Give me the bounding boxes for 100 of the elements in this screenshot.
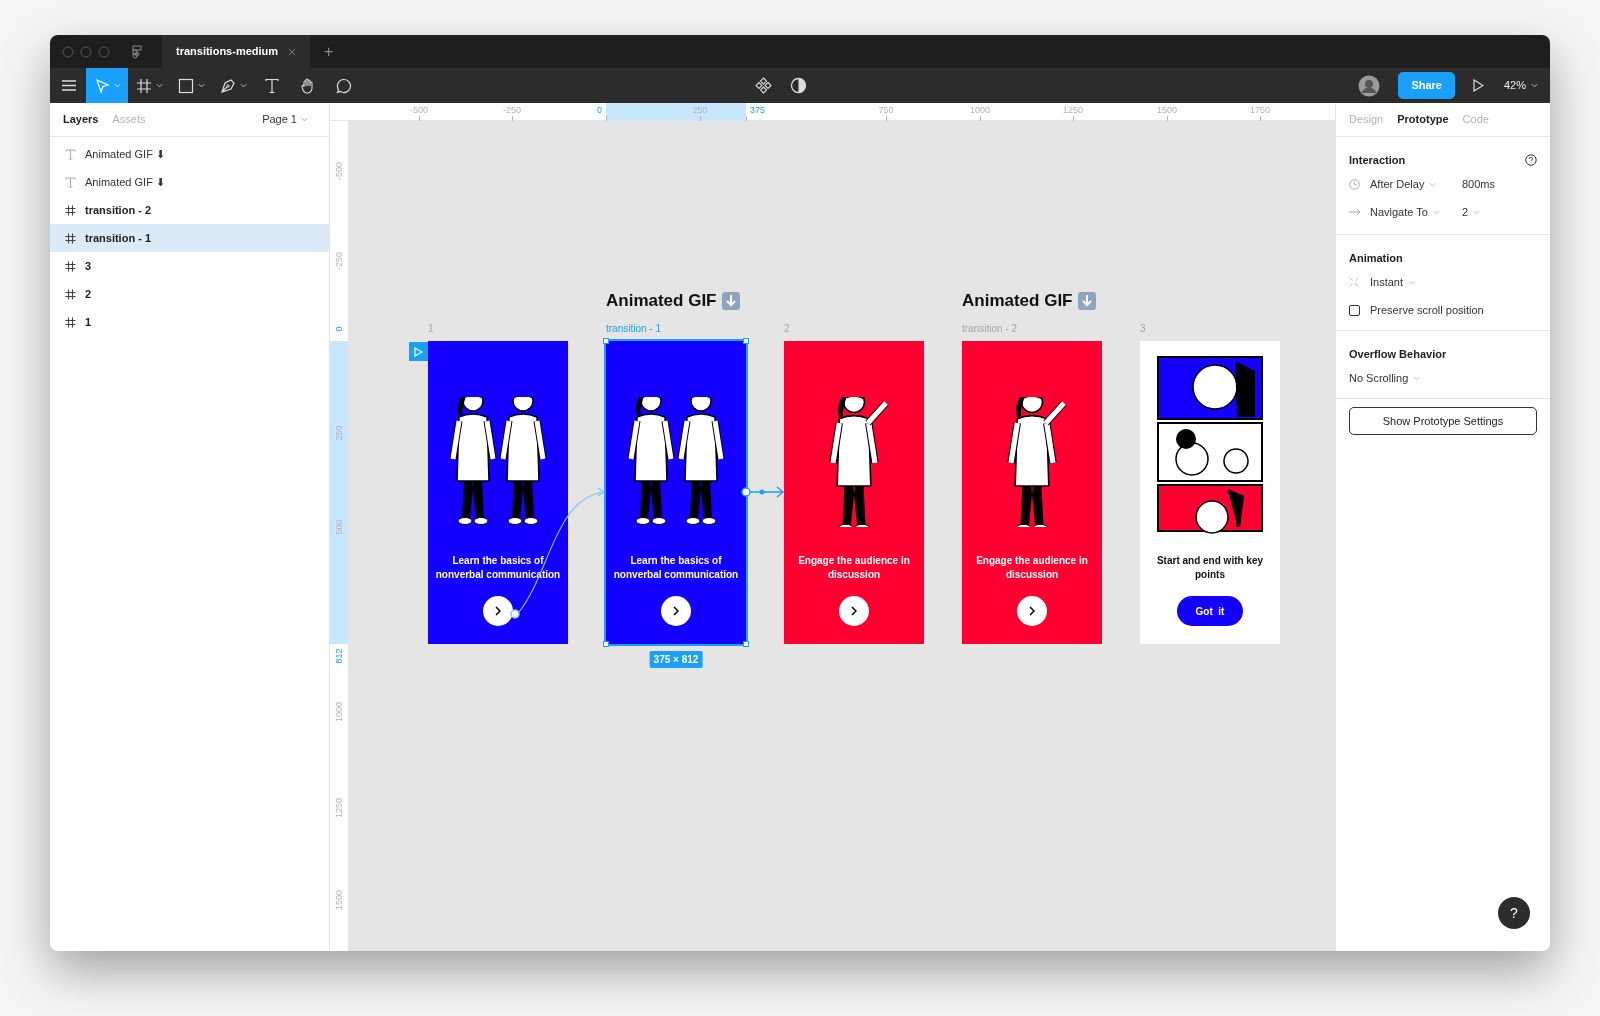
next-button[interactable] — [661, 596, 691, 626]
ruler-label: 1250 — [334, 798, 344, 818]
layer-name: transition - 2 — [85, 202, 151, 218]
hand-icon — [300, 77, 316, 94]
chevron-right-icon — [673, 606, 679, 616]
ruler-label: 1000 — [334, 702, 344, 722]
ruler-label: 500 — [334, 519, 344, 535]
help-button[interactable]: ? — [1498, 897, 1530, 929]
frame-caption: Engage the audience in discussion — [975, 554, 1089, 582]
resize-handle[interactable] — [743, 338, 749, 344]
frame-caption: Engage the audience in discussion — [797, 554, 911, 582]
chevron-icon — [1408, 279, 1416, 285]
panel-tab[interactable]: Layers — [63, 111, 99, 128]
speech-bubble-icon — [336, 77, 352, 94]
chevron-right-icon — [851, 606, 857, 616]
checkbox-label: Preserve scroll position — [1370, 302, 1484, 318]
ruler-label: -500 — [410, 105, 428, 115]
ruler-label: 375 — [750, 105, 766, 115]
layer-name: 2 — [85, 286, 92, 302]
frame-layer-icon — [65, 316, 76, 328]
ruler-label: 1000 — [970, 105, 990, 115]
dropdown[interactable]: Instant — [1370, 273, 1416, 291]
dropdown[interactable]: After Delay — [1370, 175, 1462, 193]
layer-name: 3 — [85, 258, 92, 274]
hash-icon — [135, 77, 152, 94]
phone-frame[interactable]: Start and end with key points Got it — [1140, 341, 1280, 644]
text-icon — [264, 77, 280, 94]
logo-icon[interactable] — [132, 44, 142, 59]
pointer-icon — [93, 77, 110, 94]
text-layer-icon — [65, 176, 76, 188]
new-tab-button[interactable]: + — [324, 39, 334, 64]
canvas-title: Animated GIF — [962, 290, 1073, 312]
frame-caption: Learn the basics of nonverbal communication — [612, 554, 740, 582]
zoom-dropdown[interactable]: 42% — [1503, 77, 1538, 94]
frame-caption: Start and end with key points — [1155, 554, 1265, 582]
ruler-label: 0 — [334, 326, 344, 332]
dropdown[interactable]: 2 — [1462, 203, 1481, 221]
resize-handle[interactable] — [603, 641, 609, 647]
section-heading: Animation — [1349, 250, 1404, 266]
contrast-icon[interactable] — [790, 77, 807, 94]
ruler-label: 1250 — [1063, 105, 1083, 115]
text-layer-icon — [65, 148, 76, 160]
phone-frame[interactable]: Engage the audience in discussion — [962, 341, 1102, 644]
layer-name: transition - 1 — [85, 230, 151, 246]
frame-layer-icon — [65, 232, 76, 244]
menu-icon[interactable] — [62, 80, 76, 91]
next-button[interactable] — [839, 596, 869, 626]
resize-handle[interactable] — [743, 641, 749, 647]
phone-frame[interactable]: Engage the audience in discussion — [784, 341, 924, 644]
play-icon[interactable] — [1472, 79, 1484, 92]
chevron-icon — [1432, 209, 1440, 215]
frame-layer-icon — [65, 260, 76, 272]
avatar-icon[interactable] — [1358, 74, 1381, 97]
size-badge: 375 × 812 — [649, 651, 703, 668]
arrow-right-icon — [1349, 208, 1361, 216]
dropdown[interactable]: Navigate To — [1370, 203, 1462, 221]
clock-icon — [1349, 178, 1360, 190]
square-icon — [177, 77, 194, 94]
frame-layer-icon — [65, 288, 76, 300]
layer-name: Animated GIF ⬇ — [85, 174, 165, 190]
close-icon[interactable] — [288, 47, 297, 56]
delay-value[interactable]: 800ms — [1462, 175, 1496, 193]
component-icon[interactable] — [755, 77, 772, 94]
page-dropdown[interactable]: Page 1 — [262, 111, 308, 128]
chevron-icon — [1531, 83, 1538, 88]
ruler-label: 250 — [334, 425, 344, 441]
dropdown[interactable]: No Scrolling — [1349, 369, 1421, 387]
frame-layer-icon — [65, 204, 76, 216]
help-icon[interactable] — [1525, 154, 1537, 166]
ruler-label: -500 — [334, 162, 344, 180]
tab-title: transitions-medium — [176, 44, 279, 60]
phone-frame[interactable]: Learn the basics of nonverbal communication — [606, 341, 746, 644]
show-settings-button[interactable]: Show Prototype Settings — [1349, 407, 1537, 435]
next-button[interactable] — [1017, 596, 1047, 626]
chevron-right-icon — [1029, 606, 1035, 616]
panel-tab[interactable]: Prototype — [1397, 111, 1449, 128]
ruler-label: -250 — [334, 252, 344, 270]
layer-name: Animated GIF ⬇ — [85, 146, 165, 162]
ruler-label: 1750 — [1250, 105, 1270, 115]
ruler-label: 1500 — [1157, 105, 1177, 115]
flow-start-icon[interactable] — [409, 342, 428, 361]
layer-row[interactable]: transition - 1 — [50, 224, 329, 252]
ruler-label: 750 — [878, 105, 894, 115]
chevron-icon — [1413, 375, 1421, 381]
ruler-label: 1500 — [334, 890, 344, 910]
chevron-icon — [1429, 181, 1437, 187]
canvas-title: Animated GIF — [606, 290, 717, 312]
instant-icon — [1349, 277, 1359, 287]
checkbox[interactable] — [1349, 304, 1360, 316]
layer-name: 1 — [85, 314, 92, 330]
ruler-label: -250 — [503, 105, 521, 115]
chevron-icon — [1473, 209, 1481, 215]
resize-handle[interactable] — [603, 338, 609, 344]
ruler-label: 812 — [334, 648, 344, 664]
ruler-label: 0 — [597, 105, 602, 115]
section-heading: Interaction — [1349, 152, 1406, 168]
got-it-button[interactable]: Got it — [1177, 596, 1243, 626]
file-tab[interactable]: transitions-medium — [162, 35, 311, 68]
chevron-right-icon — [495, 606, 501, 616]
next-button[interactable] — [483, 596, 513, 626]
